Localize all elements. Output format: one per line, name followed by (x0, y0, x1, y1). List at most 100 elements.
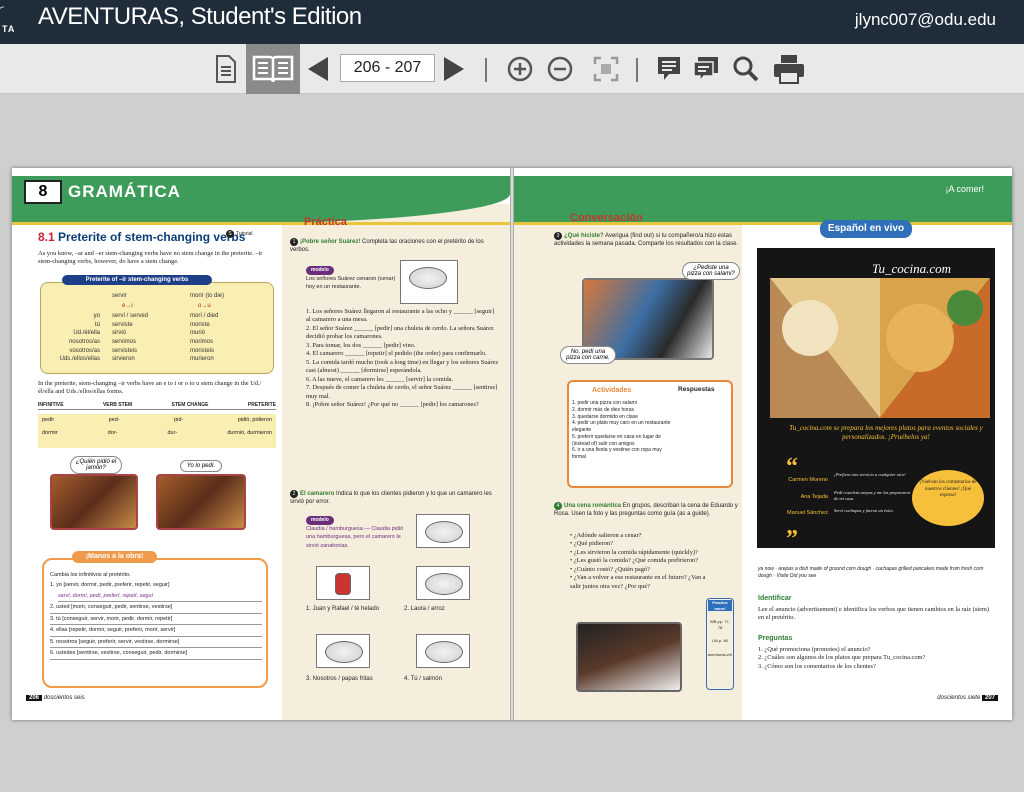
plate-drawing (425, 573, 463, 595)
search-icon (733, 56, 759, 82)
modelo-tag: modelo (306, 266, 334, 275)
number-badge-icon: 4 (554, 502, 562, 510)
list-item: 2. ¿Cuáles son algunos de los platos que… (758, 654, 926, 662)
logo-text: TA (2, 24, 16, 34)
customer-quotes: ¡Prefiero este servicio a cualquier otro… (834, 472, 914, 514)
preguntas-list: 1. ¿Qué promociona (promotes) el anuncio… (758, 646, 994, 671)
pronoun: Ud./él/ella (73, 330, 100, 337)
practice-link[interactable]: LM p. 46 (708, 638, 732, 644)
list-item: 6. ir a una fiesta y vestirse con ropa m… (572, 447, 662, 460)
section-title: Preterite of stem-changing verbs (58, 230, 246, 244)
zoom-in-button[interactable] (506, 52, 534, 86)
ad-tagline: Tu_cocina.com se prepara los mejores pla… (789, 424, 983, 442)
table-cell: pid- (174, 417, 184, 423)
table-cell: pedir (42, 417, 55, 423)
note-icon (658, 57, 680, 80)
toolbar-divider (485, 58, 487, 82)
list-item: 4. El camarero ______ [repetir] el pedid… (306, 350, 487, 358)
exercise-4-questions: • ¿Adónde salieron a cenar? • ¿Qué pidie… (570, 532, 710, 591)
exercise-1-heading: 1 ¡Pobre señor Suárez! Completa las oraci… (290, 238, 500, 255)
practice-link[interactable]: WB pp. 77-78 (708, 619, 732, 630)
page-number: 206 (26, 695, 43, 701)
toolbar-divider (636, 58, 638, 82)
notes-button[interactable] (656, 52, 682, 86)
verb-form: murió (190, 330, 206, 337)
page-number-words: doscientos seis (43, 695, 85, 701)
table-head: PRETERITE (247, 402, 276, 408)
page-number-words: doscientos siete (937, 695, 981, 701)
intro-text: As you know, –ar and –er stem-changing v… (38, 250, 263, 266)
next-page-button[interactable] (442, 52, 466, 86)
ex2-item: 4. Tú / salmón (404, 676, 442, 682)
tutorial-button[interactable]: S Tutorial (226, 230, 276, 238)
table-head: INFINITIVE (38, 402, 64, 408)
page-number: 207 (981, 695, 998, 701)
previous-page-button[interactable] (306, 52, 330, 86)
list-item: • ¿Cuánto costó? ¿Quién pagó? (570, 565, 650, 573)
app-header: ◜ TA AVENTURAS, Student's Edition jlync0… (0, 0, 1024, 44)
chart-servir-forms: serví / served serviste sirvió servimos serv… (112, 312, 148, 364)
table-row: pedir ped-pid-pidió, pidieron (42, 417, 272, 424)
verb-form: morimos (190, 339, 214, 346)
open-book-icon (252, 55, 294, 83)
all-notes-button[interactable] (692, 52, 720, 86)
single-page-icon (216, 55, 236, 83)
chart-change-e-i: e→i (122, 303, 133, 309)
zoom-out-button[interactable] (546, 52, 574, 86)
table-cell: dormir (42, 430, 58, 437)
two-page-view-button[interactable] (246, 44, 300, 94)
app-logo[interactable]: ◜ TA (0, 0, 20, 44)
list-item: 2. El señor Suárez ______ [pedir] una ch… (306, 324, 494, 341)
table-cell: pidió, pidieron (237, 417, 272, 423)
list-item: • ¿Les sirvieron la comida rápidamente (… (570, 548, 698, 556)
close-quote-icon: ” (786, 526, 798, 552)
number-badge-icon: 1 (290, 238, 298, 246)
verb-form: moristeis (190, 347, 215, 354)
verb-form: sirvieron (112, 356, 135, 363)
food-illustration (416, 514, 470, 548)
book-spine (510, 168, 514, 720)
model-sentence: Los señores Suárez cenaron (cenar) hoy e… (306, 275, 396, 291)
tutorial-label: Tutorial (236, 231, 253, 237)
food-illustration (316, 634, 370, 668)
exercise-4-heading: 4 Una cena romántica En grupos, describan… (554, 502, 742, 519)
chart-morir-forms: morí / died moriste murió morimos moristeis m… (190, 312, 218, 364)
speech-bubble: ¿Quién pidió el jamón? (70, 456, 122, 474)
verb-form: servisteis (112, 347, 138, 354)
printer-icon (774, 55, 804, 84)
customer-names: Carmen Moreno Ana Tejada Manuel Sánchez (772, 472, 828, 522)
list-item: 3. quedarse dormido en clase (572, 413, 638, 420)
list-item: 8. ¡Pobre señor Suárez! ¿Por qué no ____… (306, 400, 479, 408)
search-button[interactable] (732, 52, 760, 86)
pronoun: Uds./ellos/ellas (59, 356, 100, 363)
list-item: • ¿Qué pidieron? (570, 540, 614, 548)
chart-pronouns: yo tú Ud./él/ella nosotros/as vosotros/as Uds… (46, 312, 100, 364)
pronoun: vosotros/as (69, 347, 100, 354)
verb-form: sirvió (112, 330, 127, 337)
page-number-input[interactable] (340, 54, 435, 82)
list-item: 1. yo [servir, dormir, pedir, preferir, … (50, 582, 170, 589)
stem-table-header: INFINITIVE VERB STEM STEM CHANGE PRETERITE (38, 402, 276, 410)
practice-link[interactable]: aventuras.vhlcentral.com (708, 652, 732, 658)
list-item: 7. Después de comer la chuleta de cerdo,… (306, 384, 498, 400)
list-item: 5. La comida tardó mucho (took a long ti… (306, 358, 499, 375)
practice-more-box[interactable]: Practice more! WB pp. 77-78 LM p. 46 ave… (706, 598, 734, 690)
list-item: 6. A las nueve, el camarero les ______ [… (306, 375, 454, 383)
fit-page-button[interactable] (592, 52, 620, 86)
list-item: 4. ellas [repetir, dormir, seguir, prefe… (50, 625, 262, 637)
list-item: 1. Los señores Suárez llegaron al restau… (306, 308, 495, 324)
speech-bubble: Yo lo pedí. (180, 460, 222, 472)
exercise-2-heading: 2 El camarero Indica lo que los clientes … (290, 490, 500, 507)
verb-form: serviste (112, 321, 133, 328)
ex2-item: 1. Juan y Rafael / té helado (306, 606, 380, 612)
customer-name: Ana Tejada (800, 493, 828, 500)
single-page-view-button[interactable] (212, 52, 240, 86)
print-button[interactable] (772, 52, 806, 86)
plate-drawing (425, 641, 463, 663)
user-email[interactable]: jlync007@odu.edu (855, 10, 996, 30)
answer-line: servi, dormí, pedí, preferí, repetí, seg… (58, 591, 262, 603)
verb-form: moriste (190, 321, 210, 328)
section-heading: 8.1 Preterite of stem-changing verbs (38, 230, 245, 244)
restaurant-photo-2 (156, 474, 246, 530)
table-cell: ped- (108, 417, 120, 423)
